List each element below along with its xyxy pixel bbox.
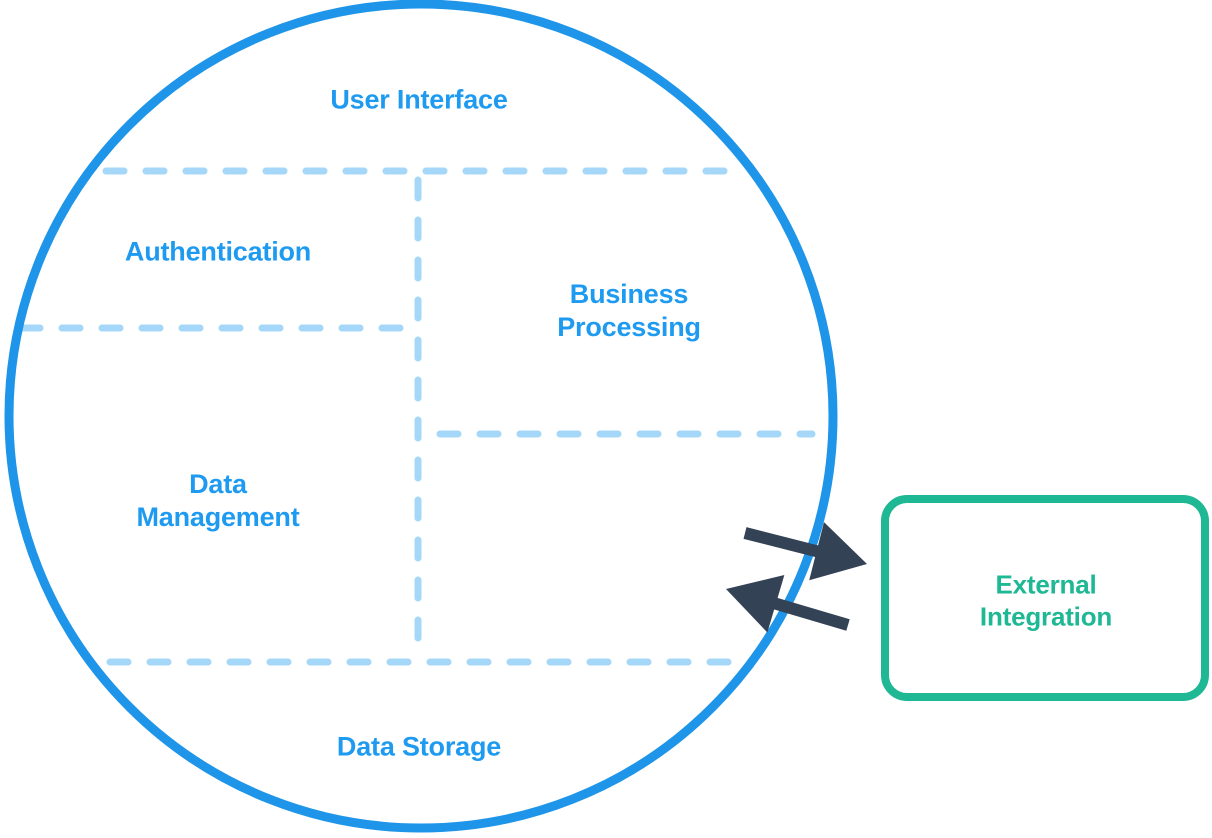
diagram-canvas: [4, 0, 1209, 833]
system-boundary-circle: [4, 0, 838, 833]
partition-lines-group: [18, 167, 816, 666]
architecture-diagram: User Interface Authentication Business P…: [0, 0, 1212, 838]
external-integration-box[interactable]: [881, 495, 1209, 701]
arrow-inbound-from-external: [726, 574, 850, 633]
